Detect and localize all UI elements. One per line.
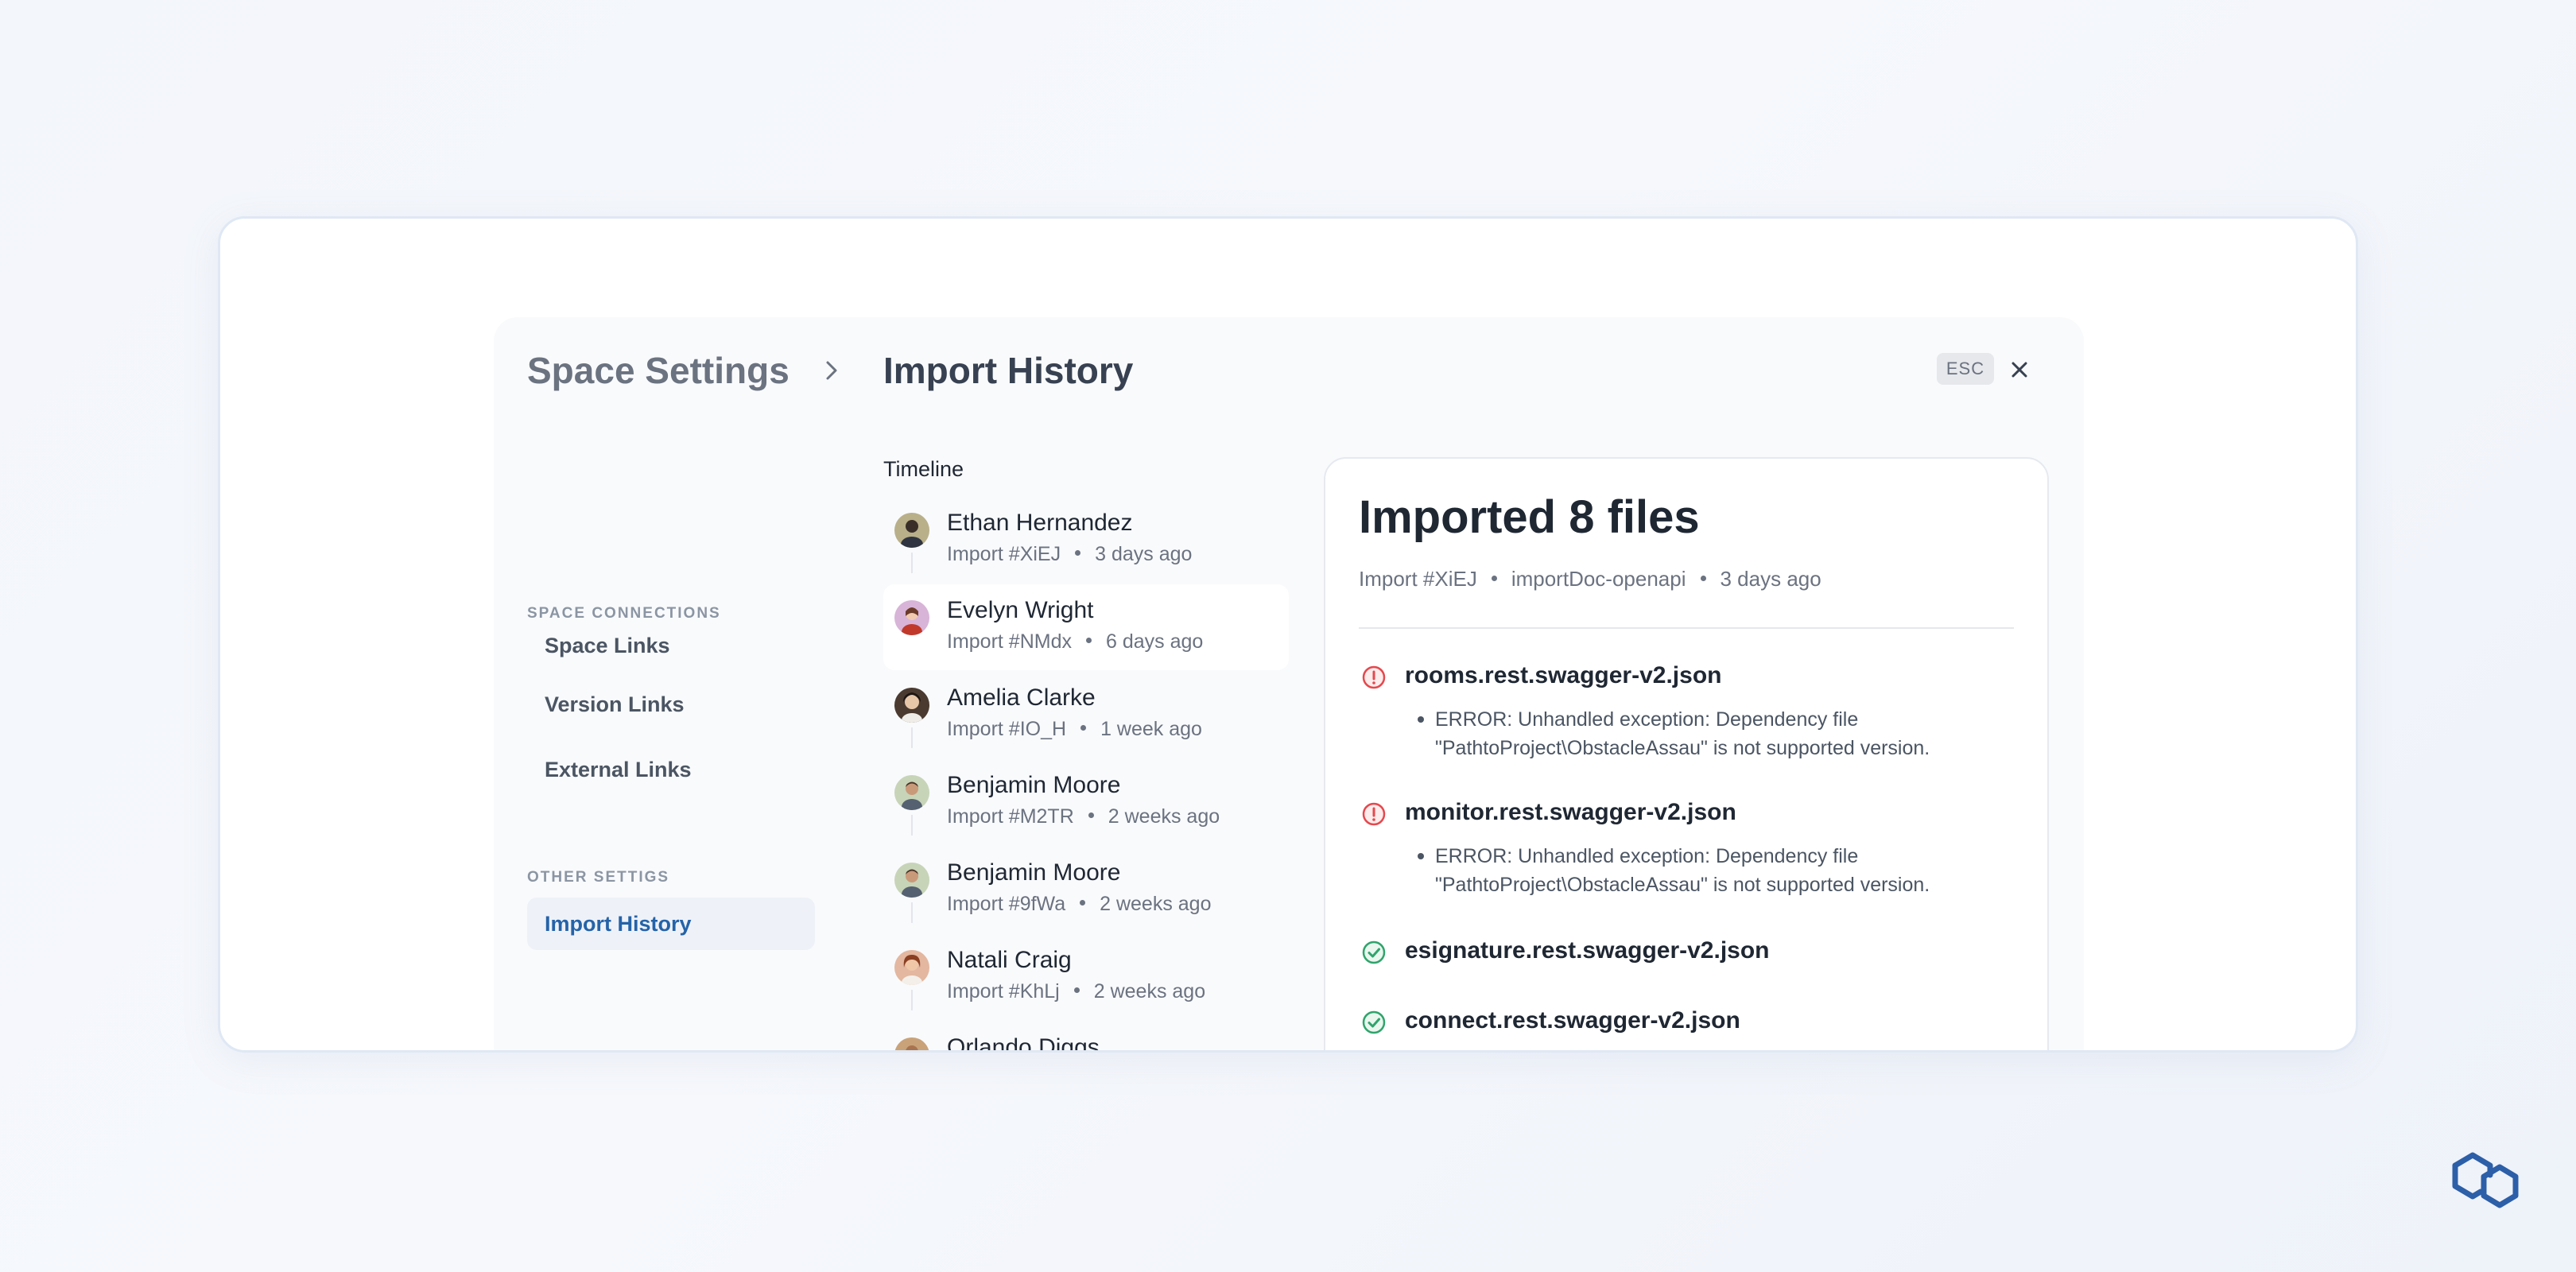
- avatar: [894, 775, 929, 810]
- avatar: [894, 1037, 929, 1050]
- import-time: 6 days ago: [1105, 630, 1204, 653]
- app-window: Space Settings Import History ESC SPACE …: [218, 216, 2358, 1053]
- settings-dialog: Space Settings Import History ESC SPACE …: [494, 317, 2084, 1053]
- timeline-user-name: Benjamin Moore: [947, 772, 1121, 798]
- error-icon: [1362, 802, 1386, 826]
- sidebar-item-import-history[interactable]: Import History: [527, 898, 815, 950]
- import-id: Import #KhLj: [947, 980, 1060, 1002]
- file-name: esignature.rest.swagger-v2.json: [1405, 937, 1770, 964]
- timeline-connector: [911, 902, 913, 923]
- file-name: connect.rest.swagger-v2.json: [1405, 1007, 1740, 1034]
- sidebar-item-version-links[interactable]: Version Links: [527, 678, 815, 731]
- avatar: [894, 513, 929, 548]
- error-icon: [1362, 665, 1386, 689]
- timeline-user-name: Evelyn Wright: [947, 597, 1094, 623]
- import-source: importDoc-openapi: [1511, 567, 1686, 591]
- timeline-label: Timeline: [883, 457, 964, 481]
- import-id: Import #XiEJ: [1359, 567, 1477, 591]
- bullet: [1418, 716, 1424, 723]
- timeline-meta: Import #NMdx 6 days ago: [947, 630, 1203, 653]
- import-id: Import #IO_H: [947, 718, 1067, 740]
- timeline-meta: Import #KhLj 2 weeks ago: [947, 980, 1205, 1003]
- avatar: [894, 863, 929, 898]
- timeline-item[interactable]: Evelyn Wright Import #NMdx 6 days ago: [883, 584, 1289, 670]
- check-circle-icon: [1362, 940, 1386, 964]
- import-time: 1 week ago: [1100, 718, 1202, 740]
- timeline-item[interactable]: Amelia Clarke Import #IO_H 1 week ago: [883, 672, 1289, 758]
- timeline-item[interactable]: Ethan Hernandez Import #XiEJ 3 days ago: [883, 497, 1289, 583]
- import-time: 3 days ago: [1720, 567, 1821, 591]
- check-circle-icon: [1362, 1010, 1386, 1034]
- import-time: 2 weeks ago: [1100, 893, 1212, 915]
- file-error-message: ERROR: Unhandled exception: Dependency f…: [1435, 845, 1930, 896]
- bullet: [1418, 853, 1424, 859]
- section-label-other-settings: OTHER SETTIGS: [527, 869, 670, 886]
- timeline-connector: [911, 727, 913, 748]
- timeline-item[interactable]: Benjamin Moore Import #9fWa 2 weeks ago: [883, 847, 1289, 933]
- avatar: [894, 950, 929, 985]
- import-detail-panel: Imported 8 files Import #XiEJ importDoc-o…: [1324, 457, 2049, 1050]
- file-error-message: ERROR: Unhandled exception: Dependency f…: [1435, 708, 1930, 759]
- timeline-connector: [911, 815, 913, 836]
- sidebar-item-external-links[interactable]: External Links: [527, 743, 815, 796]
- brand-logo-icon: [2452, 1152, 2519, 1208]
- timeline-user-name: Ethan Hernandez: [947, 510, 1133, 536]
- import-time: 2 weeks ago: [1093, 980, 1206, 1002]
- import-detail-title: Imported 8 files: [1359, 491, 1700, 543]
- timeline-user-name: Amelia Clarke: [947, 684, 1096, 711]
- avatar: [894, 688, 929, 723]
- timeline-item[interactable]: Natali Craig Import #KhLj 2 weeks ago: [883, 934, 1289, 1020]
- timeline-meta: Import #XiEJ 3 days ago: [947, 543, 1192, 566]
- timeline-meta: Import #9fWa 2 weeks ago: [947, 893, 1212, 916]
- timeline-meta: Import #M2TR 2 weeks ago: [947, 805, 1220, 828]
- file-name: rooms.rest.swagger-v2.json: [1405, 662, 1722, 688]
- import-id: Import #NMdx: [947, 630, 1072, 653]
- timeline-meta: Import #IO_H 1 week ago: [947, 718, 1202, 741]
- breadcrumb-parent[interactable]: Space Settings: [527, 349, 789, 392]
- avatar: [894, 600, 929, 635]
- timeline-user-name: Natali Craig: [947, 947, 1072, 973]
- sidebar-item-space-links[interactable]: Space Links: [527, 619, 815, 672]
- esc-badge: ESC: [1937, 353, 1994, 385]
- import-detail-meta: Import #XiEJ importDoc-openapi 3 days ago: [1359, 567, 1821, 591]
- timeline-connector: [911, 553, 913, 573]
- file-name: monitor.rest.swagger-v2.json: [1405, 799, 1736, 825]
- timeline-user-name: Orlando Diggs: [947, 1034, 1100, 1053]
- timeline-item[interactable]: Benjamin Moore Import #M2TR 2 weeks ago: [883, 759, 1289, 845]
- timeline-item[interactable]: Orlando Diggs: [883, 1022, 1289, 1053]
- import-id: Import #M2TR: [947, 805, 1074, 828]
- page-title: Import History: [883, 350, 1134, 391]
- timeline-user-name: Benjamin Moore: [947, 859, 1121, 886]
- import-time: 3 days ago: [1095, 543, 1193, 565]
- chevron-right-icon: [826, 361, 837, 380]
- import-time: 2 weeks ago: [1108, 805, 1220, 828]
- import-id: Import #9fWa: [947, 893, 1066, 915]
- timeline-connector: [911, 990, 913, 1010]
- close-icon[interactable]: [2006, 356, 2033, 383]
- divider: [1359, 627, 2014, 629]
- import-id: Import #XiEJ: [947, 543, 1061, 565]
